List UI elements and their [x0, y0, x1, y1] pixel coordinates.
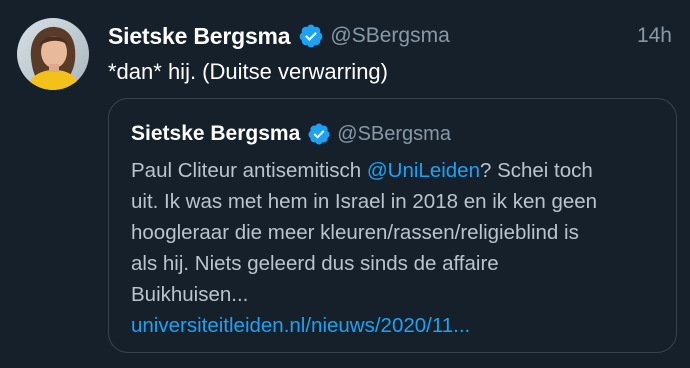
quoted-text-line: hoogleraar die meer kleuren/rassen/relig… [131, 221, 579, 244]
tweet-timestamp[interactable]: 14h [637, 24, 672, 48]
quoted-tweet[interactable]: Sietske Bergsma @SBergsma Paul Cliteur a… [108, 98, 677, 353]
tweet-header: Sietske Bergsma @SBergsma 14h [108, 20, 672, 52]
avatar-image [17, 18, 89, 90]
tweet[interactable]: Sietske Bergsma @SBergsma 14h *dan* hij.… [0, 0, 690, 368]
author-name[interactable]: Sietske Bergsma [108, 23, 291, 50]
quoted-text-segment: Paul Cliteur antisemitisch [131, 159, 367, 182]
verified-badge-icon [298, 23, 324, 49]
quoted-text-line: als hij. Niets geleerd dus sinds de affa… [131, 252, 499, 275]
url-link[interactable]: universiteitleiden.nl/nieuws/2020/11... [131, 310, 661, 341]
quoted-text-line: uit. Ik was met hem in Israel in 2018 en… [131, 190, 598, 213]
quoted-author-name: Sietske Bergsma [131, 122, 301, 145]
quoted-text-segment: ? Schei toch [479, 159, 593, 182]
quoted-author-handle: @SBergsma [337, 122, 451, 145]
quoted-text-line: Buikhuisen... [131, 283, 249, 306]
verified-badge-icon [307, 122, 331, 146]
quoted-tweet-text: Paul Cliteur antisemitisch @UniLeiden? S… [131, 155, 661, 341]
tweet-text: *dan* hij. (Duitse verwarring) [108, 59, 388, 84]
mention-link[interactable]: @UniLeiden [367, 159, 480, 182]
avatar[interactable] [17, 18, 89, 90]
author-handle[interactable]: @SBergsma [330, 24, 449, 48]
quoted-tweet-header: Sietske Bergsma @SBergsma [131, 119, 451, 149]
quoted-text-line: Paul Cliteur antisemitisch @UniLeiden? S… [131, 155, 661, 186]
